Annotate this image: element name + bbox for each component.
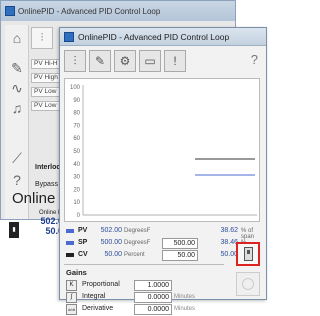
front-window-titlebar[interactable]: OnlinePID - Advanced PID Control Loop xyxy=(60,28,266,46)
sp-row: SP 500.00 DegreesF 500.00 38.46 % xyxy=(66,238,264,250)
proportional-icon: K xyxy=(66,280,77,291)
y-tick-label: 20 xyxy=(73,187,80,193)
sp-entry-field[interactable]: 500.00 xyxy=(162,238,198,249)
disabled-reset-button[interactable] xyxy=(236,272,260,296)
derivative-unit: Minutes xyxy=(174,306,196,312)
y-tick-label: 90 xyxy=(73,98,80,104)
cv-entry-field[interactable]: 50.00 xyxy=(162,250,198,261)
mode-toggle-button[interactable] xyxy=(236,242,260,266)
background-window-titlebar[interactable]: OnlinePID - Advanced PID Control Loop xyxy=(1,1,235,21)
front-window-title: OnlinePID - Advanced PID Control Loop xyxy=(78,31,230,42)
reset-icon xyxy=(242,278,254,290)
y-tick-label: 0 xyxy=(77,213,81,219)
integral-icon: ∫ xyxy=(66,292,77,303)
bypass-label: Bypass xyxy=(35,181,58,188)
home-icon[interactable]: ⌂ xyxy=(8,29,26,47)
cv-value: 50.00 xyxy=(104,251,122,258)
wrench-icon[interactable]: ✎ xyxy=(8,59,26,77)
proportional-field[interactable]: 1.0000 xyxy=(134,280,172,291)
gains-title: Gains xyxy=(66,268,87,277)
pv-swatch xyxy=(66,229,74,233)
panel-icon[interactable]: ▭ xyxy=(139,50,161,72)
y-tick-label: 60 xyxy=(73,136,80,142)
cv-row: CV 50.00 Percent 50.00 50.00 % xyxy=(66,250,264,262)
switch-icon xyxy=(244,247,253,261)
cv-unit: Percent xyxy=(124,252,145,258)
derivative-label: Derivative xyxy=(82,305,114,312)
gain-row-integral: ∫ Integral 0.0000 Minutes xyxy=(66,292,216,304)
sp-tag: SP xyxy=(78,239,88,246)
tuning-icon[interactable]: ⫶ xyxy=(31,27,53,49)
sp-percent: 38.46 xyxy=(220,239,238,246)
trend-chart-svg: 1009080706050403020100 xyxy=(70,85,257,219)
background-window-title: OnlinePID - Advanced PID Control Loop xyxy=(18,6,161,16)
gain-row-derivative: d/dt Derivative 0.0000 Minutes xyxy=(66,304,216,316)
y-tick-label: 70 xyxy=(73,123,80,129)
sp-swatch xyxy=(66,241,74,245)
help-icon[interactable]: ? xyxy=(8,171,26,189)
cv-tag: CV xyxy=(78,251,88,258)
sp-unit: DegreesF xyxy=(124,240,151,246)
integral-unit: Minutes xyxy=(174,294,196,300)
app-icon xyxy=(5,6,15,16)
y-tick-label: 30 xyxy=(73,175,80,181)
y-tick-label: 50 xyxy=(73,149,80,155)
pv-value: 502.00 xyxy=(100,227,122,234)
gear-icon[interactable]: ⚙ xyxy=(114,50,136,72)
sp-value: 500.00 xyxy=(100,239,122,246)
derivative-field[interactable]: 0.0000 xyxy=(134,304,172,315)
proportional-label: Proportional xyxy=(82,281,120,288)
trend-chart: 100 90 80 70 60 50 40 30 20 10 0 xyxy=(64,78,260,222)
waveform-icon[interactable]: ∿ xyxy=(8,79,26,97)
cv-percent: 50.00 xyxy=(220,251,238,258)
help-icon[interactable]: ? xyxy=(251,52,258,67)
y-tick-label: 100 xyxy=(70,85,81,91)
pv-unit: DegreesF xyxy=(124,228,151,234)
alarm-icon[interactable]: ! xyxy=(164,50,186,72)
controller-icon: ▮ xyxy=(9,222,19,238)
advanced-pid-faceplate-window: OnlinePID - Advanced PID Control Loop ⫶ … xyxy=(59,27,267,315)
integral-label: Integral xyxy=(82,293,106,300)
app-icon xyxy=(64,31,74,42)
bell-icon[interactable]: ♫ xyxy=(8,99,26,117)
pv-percent: 38.62 xyxy=(220,227,238,234)
trend-icon[interactable]: ⟋ xyxy=(8,149,26,167)
integral-field[interactable]: 0.0000 xyxy=(134,292,172,303)
wrench-icon[interactable]: ✎ xyxy=(89,50,111,72)
derivative-icon: d/dt xyxy=(66,304,77,315)
cv-swatch xyxy=(66,253,74,257)
gains-divider xyxy=(64,264,224,265)
interlock-label: Interloc xyxy=(35,164,61,171)
tuning-icon[interactable]: ⫶ xyxy=(64,50,86,72)
faceplate-toolbar: ⫶ ✎ ⚙ ▭ ! ? xyxy=(64,50,262,74)
pv-tag: PV xyxy=(78,227,88,234)
pv-row: PV 502.00 DegreesF 38.62 % of span xyxy=(66,226,264,240)
gain-row-proportional: K Proportional 1.0000 xyxy=(66,280,216,292)
y-tick-label: 80 xyxy=(73,111,80,117)
y-tick-label: 10 xyxy=(73,200,80,206)
y-tick-label: 40 xyxy=(73,162,80,168)
